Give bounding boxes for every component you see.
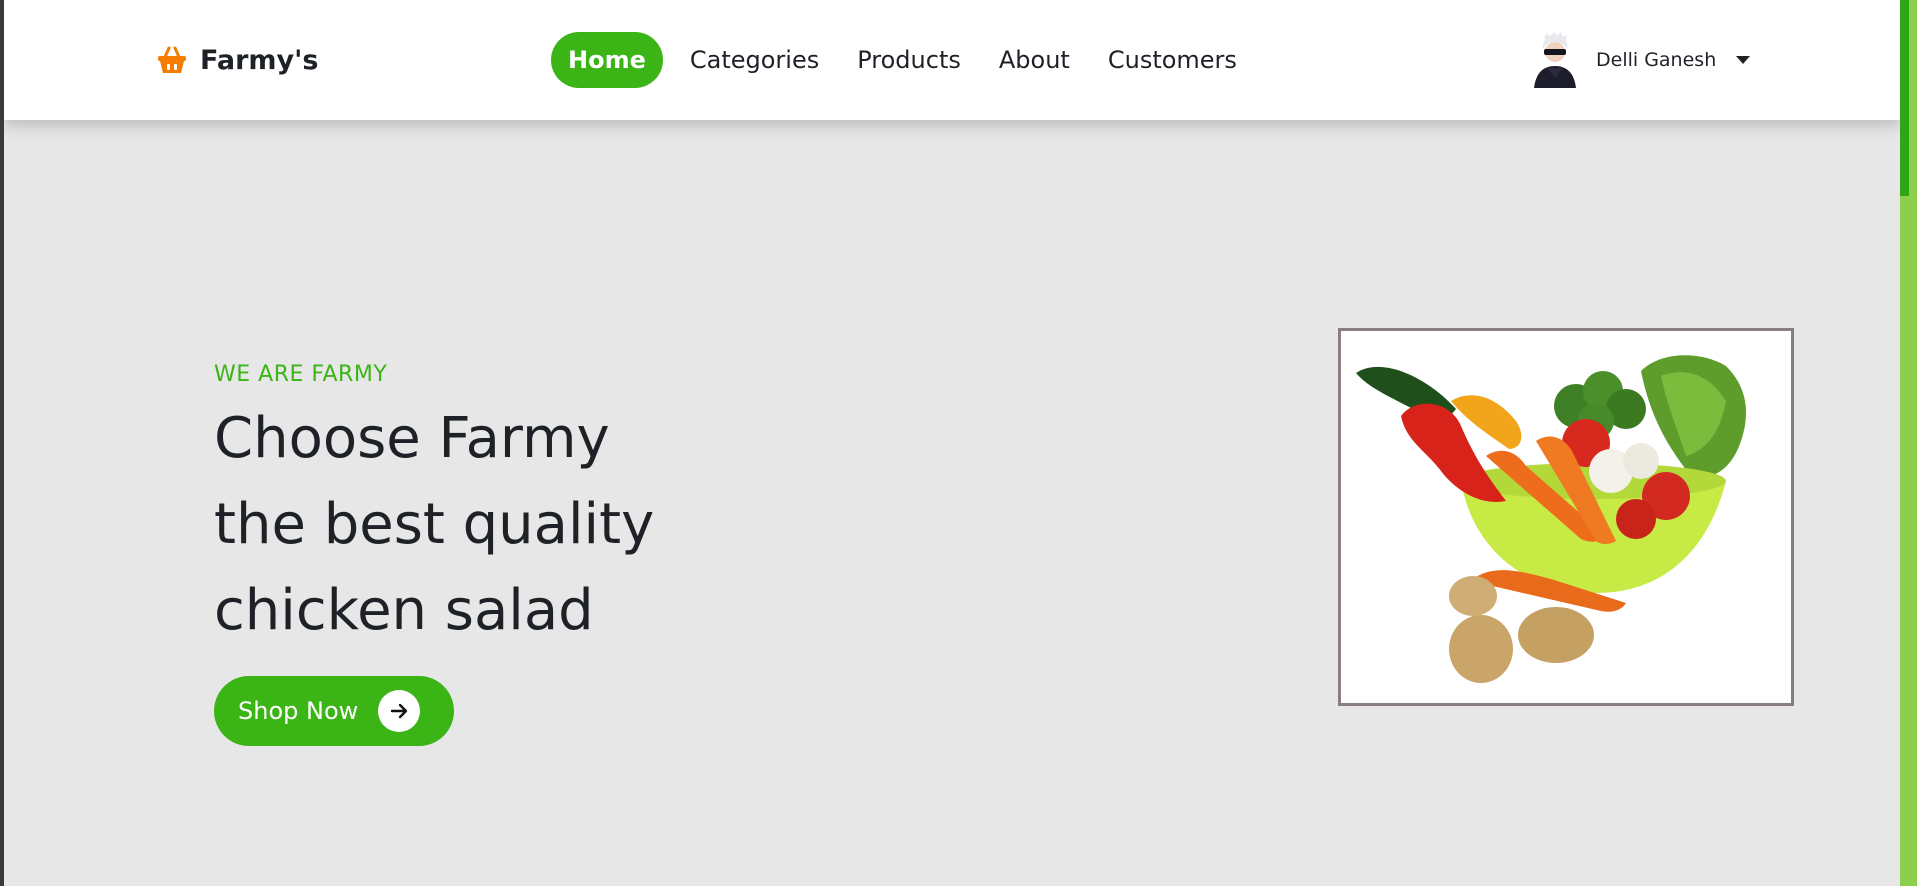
brand-name: Farmy's: [200, 44, 319, 76]
nav-products[interactable]: Products: [840, 32, 978, 88]
hero-title-line: chicken salad: [214, 578, 594, 643]
shop-now-button[interactable]: Shop Now: [214, 676, 454, 746]
user-avatar: [1530, 32, 1580, 88]
page-viewport: Farmy's Home Categories Products About C…: [4, 0, 1900, 886]
hero-title-line: the best quality: [214, 492, 655, 557]
scrollbar-thumb[interactable]: [1900, 0, 1909, 196]
vegetable-bowl-image: [1338, 328, 1794, 706]
hero-eyebrow: WE ARE FARMY: [214, 362, 388, 387]
brand-logo[interactable]: Farmy's: [156, 40, 318, 80]
user-name: Delli Ganesh: [1596, 49, 1717, 71]
user-menu[interactable]: Delli Ganesh: [1530, 32, 1751, 88]
navbar: Farmy's Home Categories Products About C…: [4, 0, 1900, 120]
nav-categories[interactable]: Categories: [673, 32, 836, 88]
arrow-right-icon: [378, 690, 420, 732]
hero-title-line: Choose Farmy: [214, 406, 610, 471]
nav-about[interactable]: About: [982, 32, 1087, 88]
shop-now-label: Shop Now: [238, 697, 359, 725]
caret-down-icon: [1736, 56, 1751, 64]
nav-customers[interactable]: Customers: [1091, 32, 1254, 88]
main-nav: Home Categories Products About Customers: [551, 32, 1254, 88]
hero-title: Choose Farmy the best quality chicken sa…: [214, 396, 774, 654]
nav-home[interactable]: Home: [551, 32, 663, 88]
basket-icon: [158, 46, 186, 73]
